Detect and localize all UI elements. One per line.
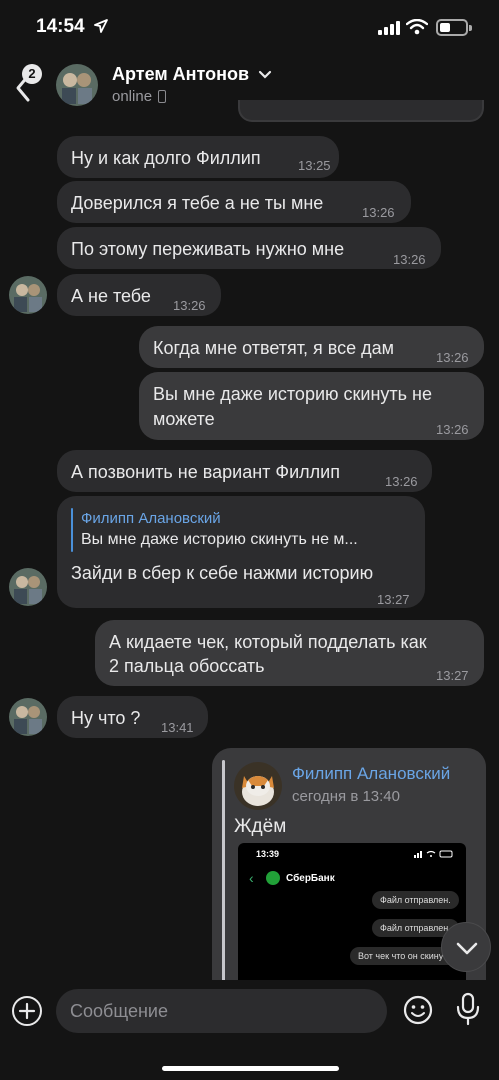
message-bubble-incoming[interactable]: По этому переживать нужно мне 13:26 (57, 227, 441, 269)
message-text-line2: можете (153, 409, 215, 429)
contact-avatar[interactable] (56, 64, 98, 106)
sberbank-logo-icon (266, 871, 280, 885)
forwarded-author-name[interactable]: Филипп Алановский (292, 764, 450, 784)
message-bubble-reply[interactable]: Филипп Алановский Вы мне даже историю ск… (57, 496, 425, 608)
message-text: А позвонить не вариант Филлип (71, 462, 340, 482)
message-text: А кидаете чек, который подделать как (109, 632, 427, 652)
message-composer (0, 980, 499, 1080)
status-time: 14:54 (36, 16, 85, 37)
message-time: 13:26 (362, 205, 395, 220)
message-time: 13:25 (298, 158, 331, 173)
chevron-down-icon[interactable] (258, 70, 272, 80)
emoji-icon[interactable] (403, 995, 433, 1025)
message-bubble-incoming[interactable]: Ну что ? 13:41 (57, 696, 208, 738)
message-time: 13:26 (385, 474, 418, 489)
message-input[interactable] (56, 989, 387, 1033)
plus-icon (18, 1002, 36, 1020)
message-time: 13:26 (436, 422, 469, 437)
message-bubble-outgoing[interactable]: А кидаете чек, который подделать как 2 п… (95, 620, 484, 686)
message-text: А не тебе (71, 286, 151, 306)
message-text: По этому переживать нужно мне (71, 239, 345, 259)
sender-avatar[interactable] (9, 276, 47, 314)
message-text: Когда мне ответят, я все дам (153, 338, 394, 358)
message-bubble-incoming[interactable]: Доверился я тебе а не ты мне 13:26 (57, 181, 411, 223)
message-text: Ну что ? (71, 708, 141, 728)
screenshot-bank-name: СберБанк (286, 873, 335, 884)
message-bubble-outgoing[interactable]: Когда мне ответят, я все дам 13:26 (139, 326, 484, 368)
message-text: Ну и как долго Филлип (71, 148, 261, 168)
scroll-to-bottom-button[interactable] (441, 922, 491, 972)
forward-quote-bar (222, 760, 225, 980)
message-text: Доверился я тебе а не ты мне (71, 193, 324, 213)
message-bubble-incoming[interactable]: А не тебе 13:26 (57, 274, 221, 316)
message-bubble-incoming[interactable]: А позвонить не вариант Филлип 13:26 (57, 450, 432, 492)
microphone-icon[interactable] (454, 992, 482, 1026)
forwarded-date: сегодня в 13:40 (292, 788, 400, 805)
wifi-icon (406, 19, 428, 35)
previous-message-bubble (238, 100, 484, 122)
location-arrow-icon (94, 19, 108, 33)
sender-avatar[interactable] (9, 698, 47, 736)
message-bubble-outgoing[interactable]: Вы мне даже историю скинуть не можете 13… (139, 372, 484, 440)
forwarded-text: Ждём (234, 816, 287, 837)
battery-icon (436, 19, 472, 36)
message-text: Вы мне даже историю скинуть не (153, 384, 432, 404)
message-time: 13:26 (393, 252, 426, 267)
mobile-device-icon (158, 90, 166, 103)
unread-count-badge[interactable]: 2 (22, 64, 42, 84)
screenshot-status-icons (414, 850, 453, 858)
status-bar: 14:54 (0, 0, 499, 56)
forwarded-author-avatar[interactable] (234, 762, 282, 810)
home-indicator[interactable] (162, 1066, 339, 1071)
message-text: Зайди в сбер к себе нажми историю (71, 563, 374, 583)
contact-name[interactable]: Артем Антонов (112, 64, 249, 85)
message-time: 13:41 (161, 720, 194, 735)
reply-snippet[interactable]: Вы мне даже историю скинуть не м... (81, 527, 358, 553)
chevron-down-icon (456, 942, 478, 955)
screenshot-back-icon: ‹ (249, 870, 254, 886)
message-text-line2: 2 пальца обоссать (109, 656, 265, 676)
message-time: 13:26 (173, 298, 206, 313)
cellular-signal-icon (378, 21, 400, 35)
message-time: 13:26 (436, 350, 469, 365)
screenshot-time: 13:39 (256, 849, 280, 859)
reply-quote-bar (71, 508, 73, 552)
message-bubble-incoming[interactable]: Ну и как долго Филлип 13:25 (57, 136, 339, 178)
message-time: 13:27 (377, 592, 410, 607)
contact-status: online (112, 88, 153, 105)
message-time: 13:27 (436, 668, 469, 683)
attach-button[interactable] (12, 996, 42, 1026)
sender-avatar[interactable] (9, 568, 47, 606)
attached-screenshot[interactable]: 13:39 ‹ СберБанк Файл отправлен. Файл от… (238, 843, 466, 980)
screenshot-message: Файл отправлен. (372, 891, 459, 909)
